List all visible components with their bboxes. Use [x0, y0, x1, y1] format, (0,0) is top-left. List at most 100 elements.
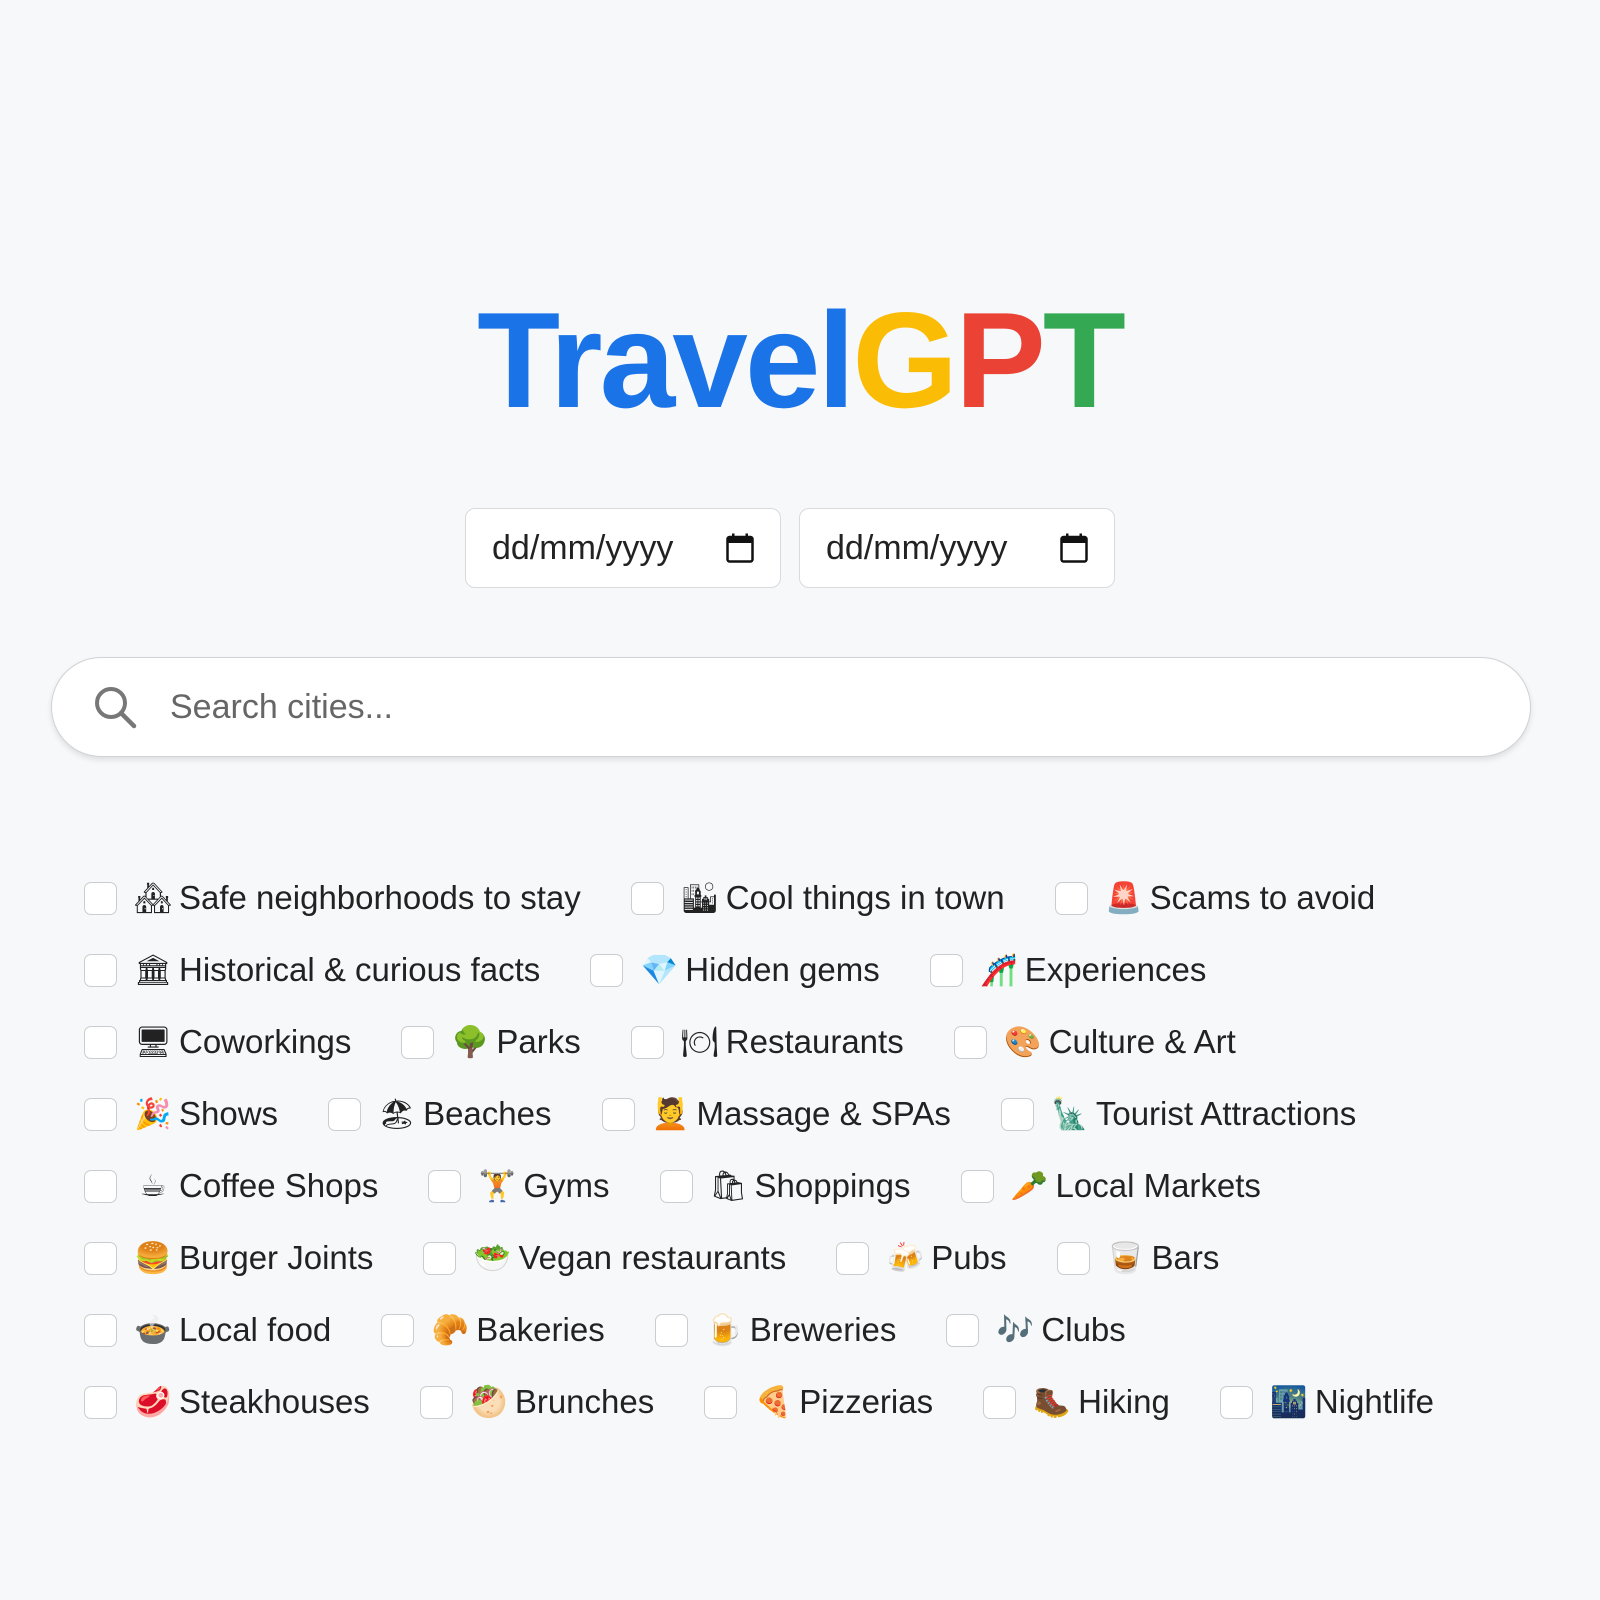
category-option[interactable]: 🍺 Breweries [654, 1311, 896, 1349]
category-checkbox[interactable] [590, 953, 624, 987]
category-emoji-icon: 🏖 [378, 1096, 417, 1132]
category-emoji-icon: ☕ [139, 1168, 167, 1204]
category-option[interactable]: 🌃 Nightlife [1219, 1383, 1435, 1421]
category-option[interactable]: 🍻 Pubs [836, 1239, 1007, 1277]
category-checkbox[interactable] [929, 953, 963, 987]
category-option[interactable]: 💎 Hidden gems [590, 951, 880, 989]
category-label: Tourist Attractions [1095, 1095, 1357, 1132]
category-option[interactable]: 🥕 Local Markets [960, 1167, 1261, 1205]
category-label: Pizzerias [799, 1383, 934, 1420]
category-checkbox[interactable] [836, 1241, 870, 1275]
category-option[interactable]: 🍲 Local food [84, 1311, 331, 1349]
category-option[interactable]: 🏋 Gyms [428, 1167, 610, 1205]
options-row: 🏛 Historical & curious facts 💎 Hidden gems 🎢… [84, 934, 1524, 1006]
category-option[interactable]: 🏘 Safe neighborhoods to stay [84, 879, 581, 917]
category-checkbox[interactable] [328, 1097, 362, 1131]
category-emoji-icon: 🏙 [680, 880, 719, 916]
category-checkbox[interactable] [654, 1313, 688, 1347]
category-checkbox[interactable] [1054, 881, 1088, 915]
category-label: Clubs [1041, 1311, 1126, 1348]
category-checkbox[interactable] [630, 881, 664, 915]
category-checkbox[interactable] [1219, 1385, 1253, 1419]
category-checkbox[interactable] [84, 1385, 117, 1419]
city-search-bar[interactable] [51, 657, 1531, 757]
search-input[interactable] [168, 686, 1472, 728]
category-checkbox[interactable] [953, 1025, 987, 1059]
title-p: P [955, 284, 1046, 436]
category-checkbox[interactable] [946, 1313, 980, 1347]
end-date-placeholder: dd/mm/yyyy [826, 528, 1008, 567]
category-label: Burger Joints [179, 1239, 374, 1276]
category-checkbox[interactable] [401, 1025, 435, 1059]
category-option[interactable]: 🥙 Brunches [419, 1383, 654, 1421]
category-checkbox[interactable] [84, 881, 117, 915]
category-option[interactable]: 🥃 Bars [1056, 1239, 1219, 1277]
category-checkbox[interactable] [84, 1169, 117, 1203]
options-row: ☕ Coffee Shops 🏋 Gyms 🛍 Shoppings 🥕 Local Marke… [84, 1150, 1524, 1222]
category-option[interactable]: 🥐 Bakeries [381, 1311, 605, 1349]
category-emoji-icon: 🍔 [134, 1240, 172, 1276]
category-emoji-icon: 🥾 [1033, 1384, 1071, 1420]
category-option[interactable]: 🍔 Burger Joints [84, 1239, 373, 1277]
category-checkbox[interactable] [84, 1313, 117, 1347]
category-label: Bakeries [476, 1311, 605, 1348]
category-checkbox[interactable] [381, 1313, 415, 1347]
category-option[interactable]: 🥾 Hiking [983, 1383, 1170, 1421]
end-date-field[interactable]: dd/mm/yyyy [799, 508, 1115, 588]
category-checkbox[interactable] [84, 1241, 117, 1275]
category-checkbox[interactable] [960, 1169, 994, 1203]
category-checkbox[interactable] [419, 1385, 453, 1419]
category-option[interactable]: 🌳 Parks [401, 1023, 581, 1061]
calendar-icon[interactable] [726, 533, 754, 563]
category-label: Hiking [1078, 1383, 1170, 1420]
category-emoji-icon: 🚨 [1104, 880, 1143, 916]
category-checkbox[interactable] [84, 1025, 117, 1059]
category-emoji-icon: 🗽 [1051, 1096, 1089, 1132]
category-label: Parks [496, 1023, 581, 1060]
category-checkbox[interactable] [630, 1025, 664, 1059]
category-option[interactable]: 🎢 Experiences [929, 951, 1207, 989]
category-option[interactable]: 🥗 Vegan restaurants [423, 1239, 786, 1277]
category-emoji-icon: 🍺 [705, 1312, 743, 1348]
category-emoji-icon: 🍽 [680, 1024, 719, 1060]
start-date-field[interactable]: dd/mm/yyyy [465, 508, 781, 588]
category-label: Experiences [1024, 951, 1207, 988]
category-option[interactable]: 🏛 Historical & curious facts [84, 951, 540, 989]
category-checkbox[interactable] [601, 1097, 635, 1131]
category-option[interactable]: 🛍 Shoppings [659, 1167, 911, 1205]
title-t: T [1042, 284, 1126, 436]
category-option[interactable]: 🎨 Culture & Art [953, 1023, 1236, 1061]
category-label: Historical & curious facts [179, 951, 541, 988]
category-checkbox[interactable] [423, 1241, 457, 1275]
category-checkbox[interactable] [84, 1097, 117, 1131]
category-option[interactable]: 🍽 Restaurants [630, 1023, 904, 1061]
category-option[interactable]: 🍕 Pizzerias [704, 1383, 933, 1421]
category-option[interactable]: 🏖 Beaches [328, 1095, 552, 1133]
category-label: Local Markets [1055, 1167, 1261, 1204]
category-option[interactable]: 🚨 Scams to avoid [1054, 879, 1375, 917]
category-emoji-icon: 🏘 [133, 880, 173, 916]
category-option[interactable]: ☕ Coffee Shops [84, 1167, 378, 1205]
category-option[interactable]: 🎶 Clubs [946, 1311, 1126, 1349]
category-option[interactable]: 🗽 Tourist Attractions [1000, 1095, 1357, 1133]
category-checkbox[interactable] [1056, 1241, 1090, 1275]
category-label: Coworkings [179, 1023, 352, 1060]
category-option[interactable]: 🥩 Steakhouses [84, 1383, 370, 1421]
category-label: Nightlife [1314, 1383, 1435, 1420]
category-checkbox[interactable] [428, 1169, 462, 1203]
category-checkbox[interactable] [704, 1385, 738, 1419]
category-option[interactable]: 🖥 Coworkings [84, 1023, 351, 1061]
category-emoji-icon: 🥃 [1106, 1240, 1145, 1276]
category-checkbox[interactable] [1000, 1097, 1034, 1131]
category-checkbox[interactable] [84, 953, 117, 987]
category-option[interactable]: 💆 Massage & SPAs [601, 1095, 951, 1133]
category-option[interactable]: 🏙 Cool things in town [630, 879, 1005, 917]
category-checkbox[interactable] [659, 1169, 693, 1203]
category-emoji-icon: 🥕 [1010, 1168, 1049, 1204]
category-option[interactable]: 🎉 Shows [84, 1095, 278, 1133]
calendar-icon[interactable] [1060, 533, 1088, 563]
category-emoji-icon: 🥗 [473, 1240, 512, 1276]
category-label: Steakhouses [179, 1383, 370, 1420]
options-row: 🍔 Burger Joints 🥗 Vegan restaurants 🍻 Pubs 🥃 Ba… [84, 1222, 1524, 1294]
category-checkbox[interactable] [983, 1385, 1017, 1419]
